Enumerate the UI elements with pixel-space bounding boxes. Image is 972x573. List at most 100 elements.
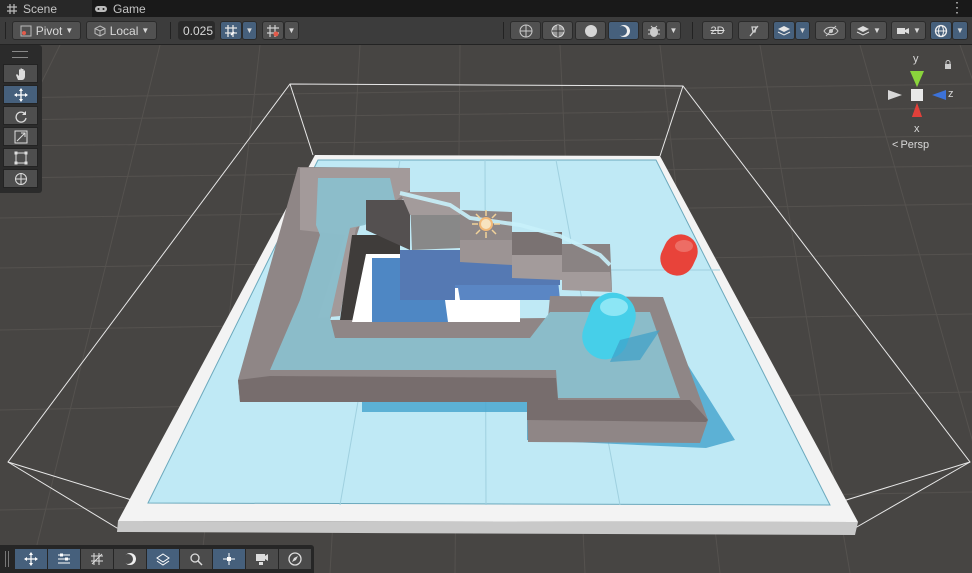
gizmo-axis-y-label: y bbox=[913, 53, 919, 65]
chevron-down-icon: ▼ bbox=[669, 26, 678, 35]
toolbar-separator bbox=[503, 22, 504, 39]
increment-snap-icon bbox=[266, 24, 280, 38]
move-tool-icon bbox=[13, 87, 28, 102]
layers-icon bbox=[856, 25, 870, 37]
rect-tool-button[interactable] bbox=[3, 148, 38, 167]
hand-tool-icon bbox=[14, 67, 28, 81]
tools-overlay bbox=[0, 45, 42, 193]
base-plate-edge bbox=[117, 521, 858, 535]
gizmo-projection-label[interactable]: < Persp bbox=[892, 139, 929, 151]
gamepad-icon bbox=[94, 4, 108, 14]
chevron-down-icon: ▼ bbox=[287, 26, 296, 35]
wireframe-mode-button[interactable] bbox=[510, 21, 541, 40]
move-overlay-button[interactable] bbox=[15, 549, 47, 569]
cube-icon bbox=[94, 24, 106, 37]
grid-snap-toggle[interactable] bbox=[220, 21, 242, 40]
axis-gizmo-icon bbox=[888, 71, 946, 117]
chevron-down-icon: ▼ bbox=[141, 26, 150, 35]
toolbar-separator bbox=[692, 22, 693, 39]
scene-viewport[interactable]: y z x < Persp bbox=[0, 45, 972, 573]
pivot-overlay-icon bbox=[222, 552, 236, 566]
more-options-icon[interactable]: ⋮ bbox=[950, 0, 964, 15]
panel-grip[interactable] bbox=[12, 51, 28, 58]
navmesh-overlay-button[interactable] bbox=[147, 549, 179, 569]
eye-hidden-icon bbox=[822, 25, 839, 37]
align-overlay-icon bbox=[57, 552, 71, 566]
overlay-toolbar bbox=[0, 545, 314, 573]
scale-tool-button[interactable] bbox=[3, 127, 38, 146]
grid-overlay-button[interactable] bbox=[81, 549, 113, 569]
bug-icon bbox=[647, 24, 661, 38]
increment-snap-toggle[interactable] bbox=[262, 21, 284, 40]
rect-tool-icon bbox=[14, 151, 28, 165]
lock-icon[interactable] bbox=[944, 60, 952, 69]
gizmo-axis-x-label: x bbox=[914, 123, 920, 135]
pivot-dropdown[interactable]: Pivot ▼ bbox=[12, 21, 81, 40]
unlit-mode-button[interactable] bbox=[608, 21, 639, 40]
shaded-wireframe-sphere-icon bbox=[551, 24, 565, 38]
search-overlay-button[interactable] bbox=[180, 549, 212, 569]
lighting-overlay-button[interactable] bbox=[114, 549, 146, 569]
chevron-down-icon: ▼ bbox=[245, 26, 254, 35]
chevron-down-icon: ▼ bbox=[956, 26, 964, 35]
grid-overlay-icon bbox=[90, 552, 104, 566]
gizmo-globe-icon bbox=[934, 24, 948, 38]
gizmo-axis-z-label: z bbox=[948, 88, 954, 100]
layers-dropdown[interactable]: ▼ bbox=[850, 21, 887, 40]
compass-overlay-button[interactable] bbox=[279, 549, 311, 569]
scene-tab-bar: Scene Game ⋮ bbox=[0, 0, 972, 17]
overlay-grip[interactable] bbox=[5, 551, 9, 567]
hand-tool-button[interactable] bbox=[3, 64, 38, 83]
chevron-down-icon: ▼ bbox=[65, 26, 74, 35]
camera-settings-dropdown[interactable]: ▼ bbox=[891, 21, 926, 40]
chevron-down-icon: ▼ bbox=[873, 26, 881, 35]
unlit-sphere-icon bbox=[616, 24, 631, 38]
scene-render bbox=[0, 45, 972, 573]
video-camera-icon bbox=[896, 26, 910, 36]
tab-game[interactable]: Game bbox=[94, 0, 164, 17]
gizmos-toggle[interactable] bbox=[930, 21, 952, 40]
tab-game-label: Game bbox=[113, 1, 146, 16]
grid-snap-icon bbox=[224, 24, 238, 38]
debug-draw-mode-button[interactable] bbox=[642, 21, 666, 40]
grid-icon bbox=[6, 3, 18, 15]
scene-visibility-toggle[interactable] bbox=[815, 21, 846, 40]
camera-overlay-icon bbox=[255, 552, 269, 566]
grid-snap-dropdown[interactable]: ▼ bbox=[242, 21, 257, 40]
camera-overlay-button[interactable] bbox=[246, 549, 278, 569]
chevron-down-icon: ▼ bbox=[798, 26, 807, 35]
transform-tool-icon bbox=[14, 172, 28, 186]
layers-effects-icon bbox=[777, 24, 791, 38]
pivot-icon bbox=[20, 25, 32, 37]
transform-tool-button[interactable] bbox=[3, 169, 38, 188]
effects-toggle-button[interactable] bbox=[773, 21, 795, 40]
lighting-toggle-button[interactable] bbox=[738, 21, 769, 40]
lighting-overlay-icon bbox=[123, 552, 137, 566]
pivot-overlay-button[interactable] bbox=[213, 549, 245, 569]
2d-toggle-button[interactable]: 2D bbox=[702, 21, 733, 40]
shaded-mode-button[interactable] bbox=[575, 21, 606, 40]
rotate-tool-icon bbox=[14, 109, 28, 123]
effects-dropdown[interactable]: ▼ bbox=[795, 21, 810, 40]
shaded-sphere-icon bbox=[584, 24, 598, 38]
local-dropdown[interactable]: Local ▼ bbox=[86, 21, 157, 40]
2d-icon: 2D bbox=[710, 24, 725, 37]
light-gizmo-icon bbox=[472, 210, 500, 238]
light-off-icon bbox=[747, 24, 761, 38]
snap-value: 0.025 bbox=[183, 23, 214, 38]
scene-toolbar: Pivot ▼ Local ▼ 0.025 ▼ ▼ ▼ 2D ▼ ▼ ▼ ▼ bbox=[0, 17, 972, 45]
gizmo-projection-text: Persp bbox=[900, 139, 930, 151]
toolbar-grip bbox=[5, 22, 6, 39]
snap-increment-field[interactable]: 0.025 bbox=[178, 21, 215, 40]
orientation-gizmo[interactable]: y z x < Persp bbox=[884, 53, 964, 169]
gizmos-dropdown[interactable]: ▼ bbox=[952, 21, 968, 40]
shaded-wireframe-mode-button[interactable] bbox=[542, 21, 573, 40]
increment-snap-dropdown[interactable]: ▼ bbox=[284, 21, 299, 40]
move-tool-button[interactable] bbox=[3, 85, 38, 104]
tab-scene[interactable]: Scene bbox=[0, 0, 92, 17]
move-overlay-icon bbox=[24, 552, 38, 566]
align-overlay-button[interactable] bbox=[48, 549, 80, 569]
debug-draw-dropdown[interactable]: ▼ bbox=[666, 21, 681, 40]
search-overlay-icon bbox=[189, 552, 203, 566]
rotate-tool-button[interactable] bbox=[3, 106, 38, 125]
